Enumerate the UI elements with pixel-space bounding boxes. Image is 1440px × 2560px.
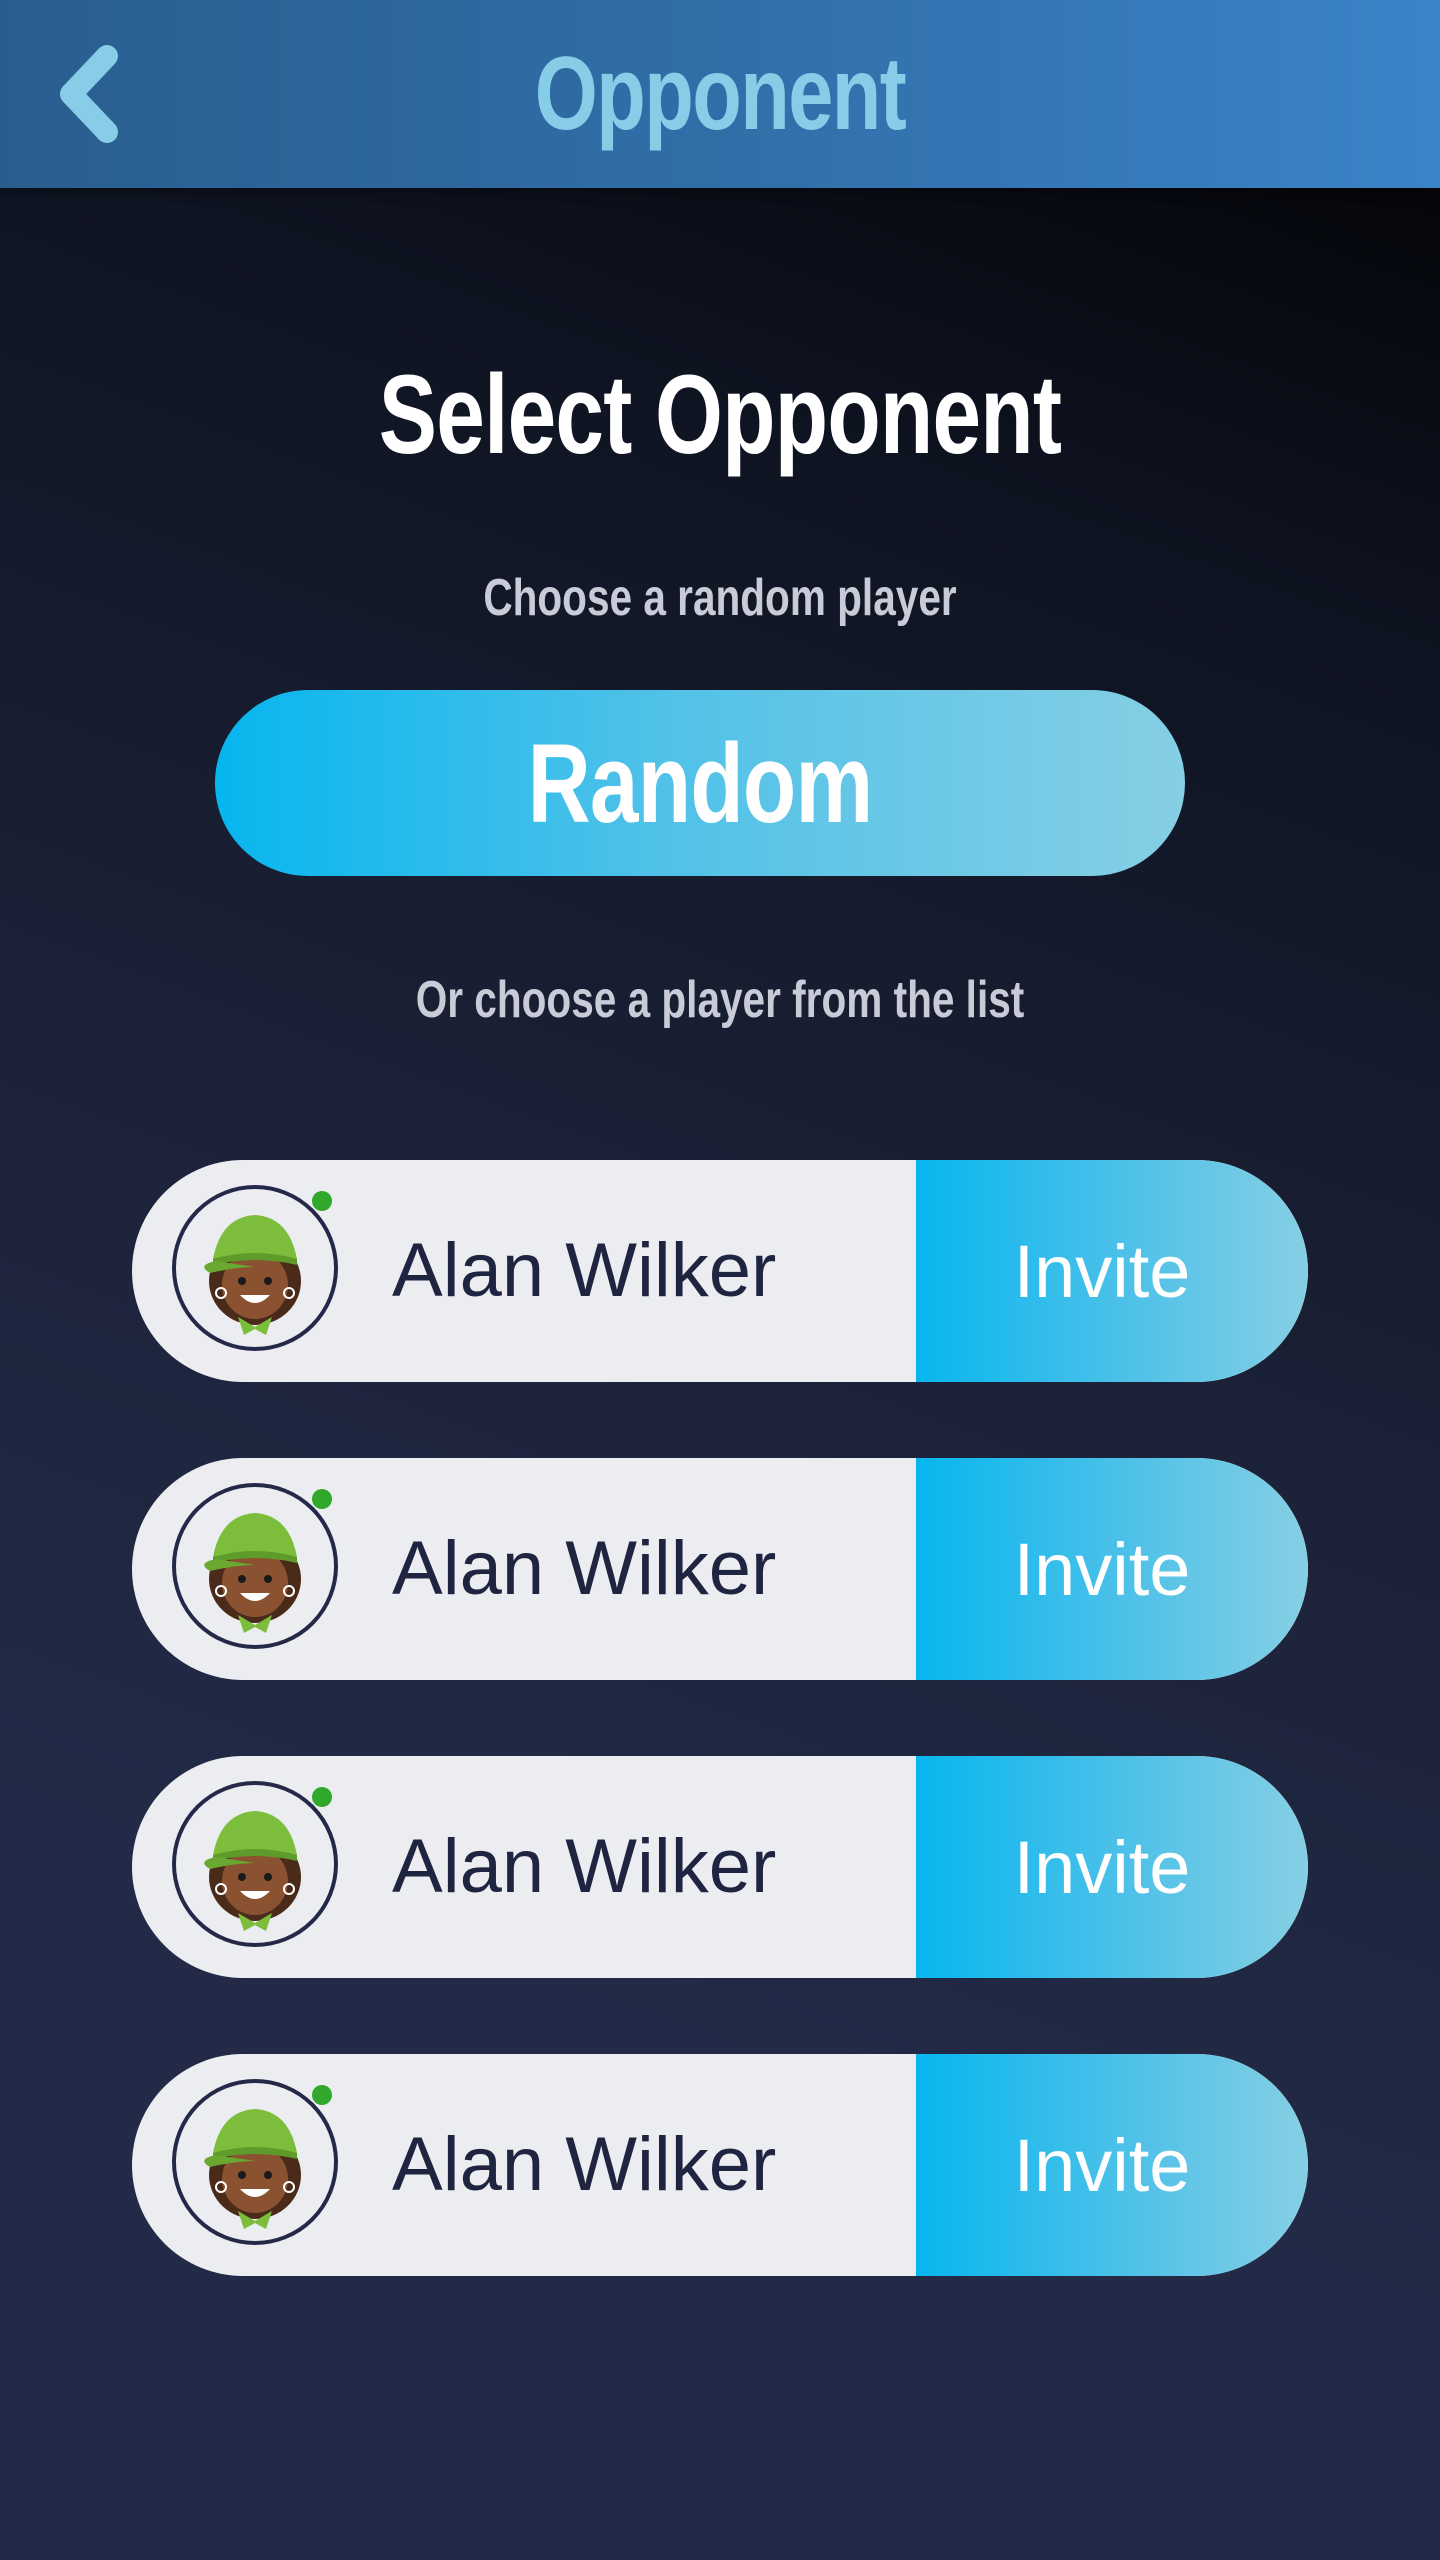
invite-button[interactable]: Invite: [916, 2054, 1308, 2276]
player-name: Alan Wilker: [392, 1526, 777, 1611]
player-list: Alan Wilker Invite Alan Wilker Invite Al…: [132, 1160, 1308, 2352]
player-name: Alan Wilker: [392, 1824, 777, 1909]
player-row: Alan Wilker Invite: [132, 1458, 1308, 1680]
invite-button-label: Invite: [1013, 1527, 1191, 1611]
avatar-green-cap-icon: [204, 1513, 301, 1633]
avatar-green-cap-icon: [204, 1811, 301, 1931]
invite-button-label: Invite: [1013, 2123, 1191, 2207]
avatar[interactable]: [172, 1781, 338, 1947]
player-name: Alan Wilker: [392, 1228, 777, 1313]
app-header: Opponent: [0, 0, 1440, 188]
random-button[interactable]: Random: [215, 690, 1185, 876]
online-status-dot: [312, 1191, 332, 1211]
random-button-label: Random: [527, 720, 874, 846]
invite-button[interactable]: Invite: [916, 1458, 1308, 1680]
avatar-green-cap-icon: [204, 1215, 301, 1335]
invite-button-label: Invite: [1013, 1825, 1191, 1909]
online-status-dot: [312, 1489, 332, 1509]
invite-button[interactable]: Invite: [916, 1756, 1308, 1978]
avatar-green-cap-icon: [204, 2109, 301, 2229]
player-row: Alan Wilker Invite: [132, 1160, 1308, 1382]
avatar[interactable]: [172, 1185, 338, 1351]
list-prompt: Or choose a player from the list: [415, 971, 1025, 1029]
avatar[interactable]: [172, 2079, 338, 2245]
online-status-dot: [312, 2085, 332, 2105]
invite-button[interactable]: Invite: [916, 1160, 1308, 1382]
invite-button-label: Invite: [1013, 1229, 1191, 1313]
avatar[interactable]: [172, 1483, 338, 1649]
select-opponent-heading: Select Opponent: [378, 352, 1062, 477]
chevron-left-icon: [60, 45, 118, 143]
online-status-dot: [312, 1787, 332, 1807]
player-name: Alan Wilker: [392, 2122, 777, 2207]
player-row: Alan Wilker Invite: [132, 2054, 1308, 2276]
player-row: Alan Wilker Invite: [132, 1756, 1308, 1978]
page-title: Opponent: [534, 36, 907, 152]
back-button[interactable]: [40, 34, 140, 154]
random-prompt: Choose a random player: [483, 569, 957, 627]
